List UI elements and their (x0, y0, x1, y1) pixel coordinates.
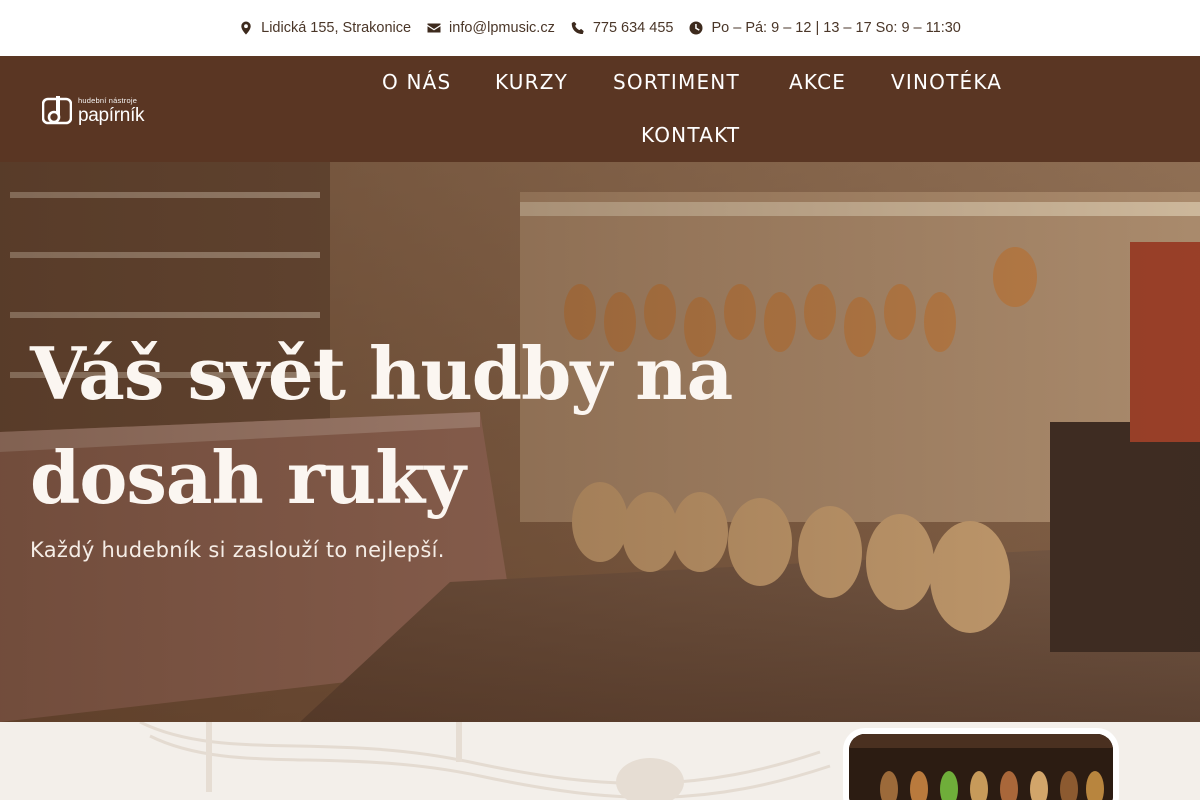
site-logo[interactable]: hudební nástroje papírník (42, 94, 154, 128)
nav-item-sortiment[interactable]: SORTIMENT (613, 70, 740, 94)
logo-name: papírník (78, 105, 145, 127)
nav-item-akce[interactable]: AKCE (789, 70, 846, 94)
address-text: Lidická 155, Strakonice (261, 20, 412, 36)
clock-icon (689, 21, 703, 35)
hours-item: Po – Pá: 9 – 12 | 13 – 17 So: 9 – 11:30 (689, 20, 961, 36)
shop-photo-card (843, 728, 1119, 800)
site-header: hudební nástroje papírník O NÁS KURZY SO… (0, 56, 1200, 162)
main-navigation: O NÁS KURZY SORTIMENT AKCE VINOTÉKA KONT… (362, 56, 1030, 162)
phone-item[interactable]: 775 634 455 (571, 20, 674, 36)
shop-photo (849, 734, 1113, 800)
phone-link[interactable]: 775 634 455 (593, 20, 674, 36)
envelope-icon (427, 21, 441, 35)
logo-tagline: hudební nástroje (78, 95, 138, 105)
nav-item-o-nas[interactable]: O NÁS (382, 70, 451, 94)
opening-hours-text: Po – Pá: 9 – 12 | 13 – 17 So: 9 – 11:30 (711, 20, 961, 36)
logo-mark-icon (42, 96, 72, 126)
hero-section: Váš svět hudby na dosah ruky Každý hudeb… (0, 162, 1200, 722)
hero-title: Váš svět hudby na dosah ruky (30, 331, 733, 520)
nav-item-vinoteka[interactable]: VINOTÉKA (891, 70, 1002, 94)
address-item[interactable]: Lidická 155, Strakonice (239, 20, 411, 36)
intro-section (0, 722, 1200, 800)
logo-wordmark: hudební nástroje papírník (78, 95, 145, 127)
email-item[interactable]: info@lpmusic.cz (427, 20, 555, 36)
map-pin-icon (239, 21, 253, 35)
nav-item-kurzy[interactable]: KURZY (495, 70, 568, 94)
hero-subtitle: Každý hudebník si zaslouží to nejlepší. (30, 538, 445, 562)
contact-info-bar: Lidická 155, Strakonice info@lpmusic.cz … (0, 0, 1200, 56)
phone-icon (571, 21, 585, 35)
nav-item-kontakt[interactable]: KONTAKT (641, 123, 740, 147)
email-link[interactable]: info@lpmusic.cz (449, 20, 555, 36)
